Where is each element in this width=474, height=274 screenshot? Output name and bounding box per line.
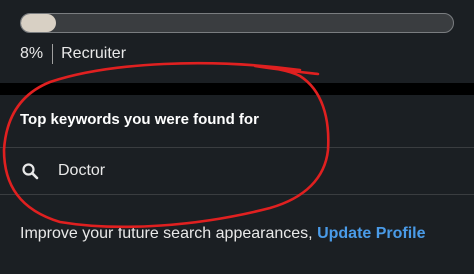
progress-panel: 8% Recruiter [0,0,474,83]
search-icon [22,163,39,180]
divider [0,194,474,195]
progress-bar-fill [21,14,56,32]
vertical-divider [52,44,54,64]
keyword-item[interactable]: Doctor [0,148,474,194]
progress-info: 8% Recruiter [20,44,126,64]
keyword-label: Doctor [58,162,106,179]
progress-role: Recruiter [61,45,127,62]
progress-bar [20,13,454,33]
footer-prompt: Improve your future search appearances, … [20,225,426,243]
section-title: Top keywords you were found for [20,111,259,128]
footer-text: Improve your future search appearances, [20,225,313,242]
progress-percent: 8% [20,45,44,62]
keywords-panel: Top keywords you were found for Doctor I… [0,95,474,274]
update-profile-link[interactable]: Update Profile [317,225,425,242]
